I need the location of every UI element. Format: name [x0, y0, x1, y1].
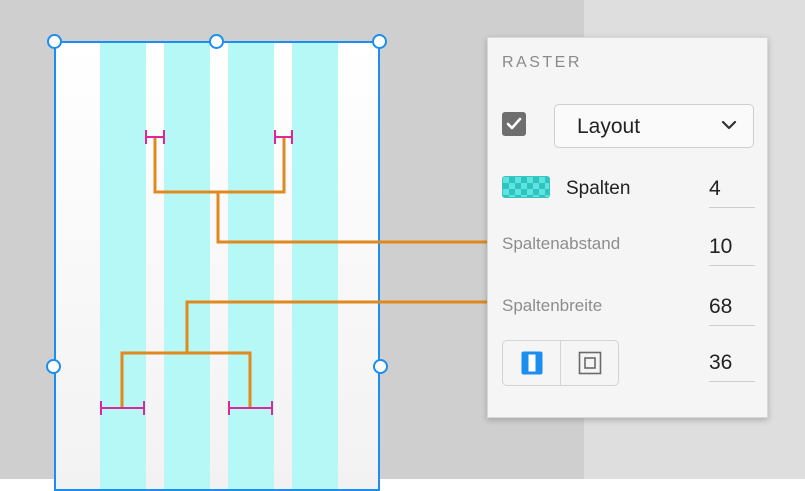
- columns-grid-icon: [502, 176, 550, 198]
- columns-input[interactable]: 4: [709, 177, 755, 208]
- panel-title: RASTER: [502, 54, 582, 71]
- margin-input[interactable]: 36: [709, 351, 755, 382]
- linked-margins-icon: [521, 351, 542, 375]
- margin-mode-toggle: [502, 340, 619, 386]
- resize-handle-top-left[interactable]: [47, 34, 62, 49]
- gutter-callout-lines: [153, 137, 494, 244]
- column-width-callout-lines: [120, 300, 490, 407]
- gutter-measure-markers: [145, 130, 293, 144]
- individual-margins-icon: [578, 351, 601, 375]
- resize-handle-top-right[interactable]: [372, 34, 387, 49]
- checkmark-icon: [506, 117, 522, 130]
- individual-margins-button[interactable]: [560, 341, 618, 385]
- grid-settings-panel: RASTER Layout Spalten 4 Spaltenabstand 1…: [487, 37, 768, 418]
- linked-margins-button[interactable]: [503, 341, 560, 385]
- column-width-label: Spaltenbreite: [502, 296, 603, 315]
- column-width-input[interactable]: 68: [709, 295, 755, 326]
- gutter-label: Spaltenabstand: [502, 234, 621, 253]
- grid-type-dropdown-value: Layout: [577, 115, 641, 138]
- resize-handle-top-center[interactable]: [209, 34, 224, 49]
- resize-handle-middle-right[interactable]: [373, 359, 388, 374]
- gutter-input[interactable]: 10: [709, 235, 755, 266]
- grid-type-dropdown[interactable]: Layout: [554, 104, 754, 148]
- chevron-down-icon: [721, 120, 737, 130]
- columns-label: Spalten: [566, 178, 631, 199]
- layout-grid-checkbox[interactable]: [502, 112, 526, 136]
- resize-handle-middle-left[interactable]: [46, 359, 61, 374]
- column-width-measure-markers: [100, 401, 273, 415]
